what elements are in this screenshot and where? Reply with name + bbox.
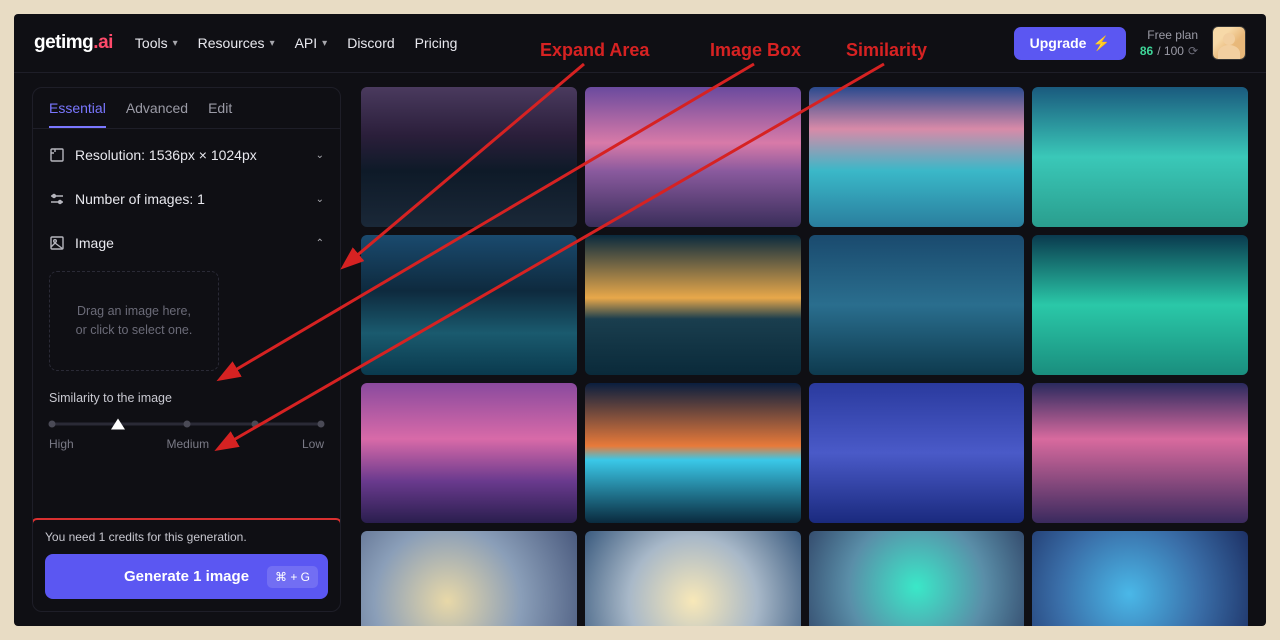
tab-advanced[interactable]: Advanced bbox=[126, 100, 188, 128]
similarity-label: Similarity to the image bbox=[49, 391, 324, 405]
chevron-up-icon: ⌃ bbox=[316, 238, 324, 249]
credits-counter: 86 / 100 ⟳ bbox=[1140, 44, 1198, 58]
nav-tools[interactable]: Tools▾ bbox=[135, 35, 178, 51]
image-icon bbox=[49, 235, 65, 251]
slider-thumb[interactable] bbox=[111, 419, 125, 430]
gallery-thumb[interactable] bbox=[361, 87, 577, 227]
chevron-down-icon: ▾ bbox=[173, 38, 178, 49]
slider-low: Low bbox=[302, 437, 324, 451]
plan-info: Free plan 86 / 100 ⟳ bbox=[1140, 28, 1198, 58]
gallery-thumb[interactable] bbox=[361, 531, 577, 626]
upgrade-button[interactable]: Upgrade ⚡ bbox=[1014, 27, 1126, 60]
resolution-icon bbox=[49, 147, 65, 163]
gallery-thumb[interactable] bbox=[361, 383, 577, 523]
chevron-down-icon: ▾ bbox=[270, 38, 275, 49]
credits-note: You need 1 credits for this generation. bbox=[45, 530, 328, 544]
main-nav: Tools▾ Resources▾ API▾ Discord Pricing bbox=[135, 35, 992, 51]
gallery-thumb[interactable] bbox=[1032, 87, 1248, 227]
gallery-thumb[interactable] bbox=[1032, 235, 1248, 375]
gallery-thumb[interactable] bbox=[361, 235, 577, 375]
nav-pricing[interactable]: Pricing bbox=[415, 35, 458, 51]
generate-button[interactable]: Generate 1 image ⌘ + G bbox=[45, 554, 328, 599]
plan-label: Free plan bbox=[1140, 28, 1198, 42]
bolt-icon: ⚡ bbox=[1092, 35, 1109, 52]
resolution-row[interactable]: Resolution: 1536px × 1024px ⌄ bbox=[33, 133, 340, 177]
slider-high: High bbox=[49, 437, 74, 451]
gallery-thumb[interactable] bbox=[1032, 383, 1248, 523]
logo-text-1: getimg bbox=[34, 32, 93, 53]
chevron-down-icon: ⌄ bbox=[316, 150, 324, 161]
settings-sidebar: Essential Advanced Edit Resolution: 1536… bbox=[14, 73, 359, 626]
gallery-thumb[interactable] bbox=[809, 235, 1025, 375]
tab-essential[interactable]: Essential bbox=[49, 100, 106, 128]
chevron-down-icon: ▾ bbox=[322, 38, 327, 49]
gallery-thumb[interactable] bbox=[809, 383, 1025, 523]
gallery-thumb[interactable] bbox=[809, 531, 1025, 626]
logo-text-2: ai bbox=[98, 32, 113, 53]
shortcut-badge: ⌘ + G bbox=[267, 566, 318, 588]
logo[interactable]: getimg.ai bbox=[34, 32, 113, 54]
image-dropzone[interactable]: Drag an image here, or click to select o… bbox=[49, 271, 219, 371]
gallery-thumb[interactable] bbox=[809, 87, 1025, 227]
slider-medium: Medium bbox=[166, 437, 209, 451]
gallery-thumb[interactable] bbox=[585, 383, 801, 523]
topbar: getimg.ai Tools▾ Resources▾ API▾ Discord… bbox=[14, 14, 1266, 73]
image-gallery bbox=[359, 73, 1266, 626]
refresh-icon[interactable]: ⟳ bbox=[1188, 44, 1198, 58]
avatar[interactable] bbox=[1212, 26, 1246, 60]
gallery-thumb[interactable] bbox=[585, 531, 801, 626]
gallery-thumb[interactable] bbox=[1032, 531, 1248, 626]
gallery-thumb[interactable] bbox=[585, 87, 801, 227]
image-section-row[interactable]: Image ⌃ bbox=[33, 221, 340, 265]
nav-api[interactable]: API▾ bbox=[295, 35, 328, 51]
nav-resources[interactable]: Resources▾ bbox=[198, 35, 275, 51]
num-images-row[interactable]: Number of images: 1 ⌄ bbox=[33, 177, 340, 221]
similarity-slider[interactable] bbox=[49, 417, 324, 431]
credits-current: 86 bbox=[1140, 44, 1153, 58]
chevron-down-icon: ⌄ bbox=[316, 194, 324, 205]
account-section: Upgrade ⚡ Free plan 86 / 100 ⟳ bbox=[1014, 26, 1246, 60]
nav-discord[interactable]: Discord bbox=[347, 35, 394, 51]
gallery-thumb[interactable] bbox=[585, 235, 801, 375]
settings-tabs: Essential Advanced Edit bbox=[33, 88, 340, 129]
generate-section: You need 1 credits for this generation. … bbox=[32, 518, 341, 612]
similarity-section: Similarity to the image High Medium bbox=[33, 385, 340, 465]
tab-edit[interactable]: Edit bbox=[208, 100, 232, 128]
credits-total: / 100 bbox=[1157, 44, 1184, 58]
sliders-icon bbox=[49, 191, 65, 207]
